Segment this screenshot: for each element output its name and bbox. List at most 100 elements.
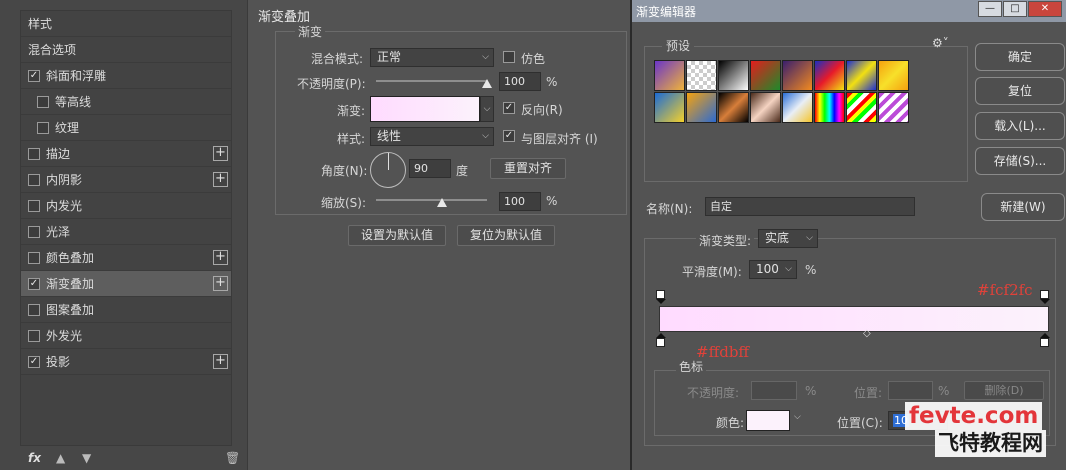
stop-position-input[interactable] (888, 381, 933, 400)
gear-icon[interactable]: ⚙˅ (932, 36, 949, 50)
style-item-checkbox[interactable] (37, 96, 49, 108)
preset-swatch[interactable] (654, 60, 685, 91)
style-item-checkbox[interactable]: ✓ (28, 70, 40, 82)
reset-button[interactable]: 复位 (975, 77, 1065, 105)
gradient-type-select[interactable]: 实底 ⌵ (758, 229, 818, 248)
add-style-icon[interactable]: + (213, 354, 228, 369)
add-style-icon[interactable]: + (213, 146, 228, 161)
style-item[interactable]: 混合选项 (21, 37, 231, 63)
styles-header[interactable]: 样式 (21, 11, 231, 37)
preset-swatch[interactable] (846, 92, 877, 123)
style-item[interactable]: 描边 + (21, 141, 231, 167)
opacity-stop-left[interactable] (656, 290, 665, 299)
load-button[interactable]: 载入(L)... (975, 112, 1065, 140)
opacity-stop-left-pointer (656, 299, 666, 304)
reset-default-button[interactable]: 复位为默认值 (457, 225, 555, 246)
opacity-input[interactable]: 100 (499, 72, 541, 91)
style-item-checkbox[interactable] (28, 226, 40, 238)
set-default-button[interactable]: 设置为默认值 (348, 225, 446, 246)
align-checkbox[interactable]: ✓ (503, 130, 515, 142)
style-item-checkbox[interactable] (28, 174, 40, 186)
gradient-preview[interactable] (370, 96, 480, 122)
delete-button[interactable]: 删除(D) (964, 381, 1044, 400)
style-item-checkbox[interactable] (28, 200, 40, 212)
style-item[interactable]: 光泽 (21, 219, 231, 245)
dialog-titlebar[interactable]: 渐变编辑器 — □ ✕ (632, 0, 1066, 22)
scale-slider-track[interactable] (376, 199, 487, 201)
scale-input[interactable]: 100 (499, 192, 541, 211)
style-item-checkbox[interactable] (37, 122, 49, 134)
color-stop-right[interactable] (1040, 338, 1049, 347)
style-item-checkbox[interactable]: ✓ (28, 278, 40, 290)
style-item-label: 混合选项 (28, 43, 77, 57)
preset-swatch[interactable] (814, 92, 845, 123)
preset-swatch[interactable] (782, 60, 813, 91)
preset-swatch[interactable] (686, 60, 717, 91)
preset-swatch[interactable] (654, 92, 685, 123)
gradient-label: 渐变: (337, 104, 366, 118)
smoothness-select[interactable]: 100 ⌵ (749, 260, 797, 279)
add-style-icon[interactable]: + (213, 250, 228, 265)
scale-slider-thumb[interactable] (437, 198, 447, 207)
opacity-slider-thumb[interactable] (482, 79, 492, 88)
preset-swatch[interactable] (846, 60, 877, 91)
preset-swatch[interactable] (814, 60, 845, 91)
style-item-checkbox[interactable] (28, 252, 40, 264)
style-item[interactable]: ✓ 渐变叠加 + (21, 271, 231, 297)
stop-opacity-input[interactable] (751, 381, 797, 400)
stop-position-unit: % (938, 384, 950, 398)
style-select[interactable]: 线性 ⌵ (370, 127, 494, 146)
preset-swatch[interactable] (750, 60, 781, 91)
move-down-icon[interactable]: ▼ (82, 451, 91, 465)
color-position-label: 位置(C): (837, 416, 883, 430)
preset-swatch[interactable] (686, 92, 717, 123)
style-item[interactable]: 等高线 (21, 89, 231, 115)
style-item[interactable]: 图案叠加 (21, 297, 231, 323)
chevron-down-icon[interactable]: ⌵ (794, 412, 801, 422)
style-item-checkbox[interactable] (28, 304, 40, 316)
midpoint-diamond-icon[interactable]: ◇ (863, 328, 871, 339)
style-item[interactable]: 外发光 (21, 323, 231, 349)
ok-button[interactable]: 确定 (975, 43, 1065, 71)
reverse-checkbox[interactable]: ✓ (503, 102, 515, 114)
add-style-icon[interactable]: + (213, 172, 228, 187)
name-input[interactable]: 自定 (705, 197, 915, 216)
style-item[interactable]: 内发光 (21, 193, 231, 219)
stop-color-swatch[interactable] (746, 410, 790, 431)
minimize-icon[interactable]: — (978, 1, 1002, 17)
style-item-label: 斜面和浮雕 (46, 69, 107, 83)
gradient-dropdown-icon[interactable]: ⌵ (480, 96, 494, 122)
trash-icon[interactable]: 🗑 (225, 451, 240, 465)
preset-swatch[interactable] (878, 92, 909, 123)
style-item[interactable]: 纹理 (21, 115, 231, 141)
style-item-checkbox[interactable] (28, 330, 40, 342)
style-item[interactable]: 内阴影 + (21, 167, 231, 193)
preset-swatch[interactable] (718, 92, 749, 123)
color-stop-left[interactable] (656, 338, 665, 347)
reset-align-button[interactable]: 重置对齐 (490, 158, 566, 179)
gradient-bar[interactable] (659, 306, 1049, 332)
save-button[interactable]: 存储(S)... (975, 147, 1065, 175)
style-item[interactable]: ✓ 斜面和浮雕 (21, 63, 231, 89)
preset-swatch[interactable] (718, 60, 749, 91)
add-style-icon[interactable]: + (213, 276, 228, 291)
opacity-slider-track[interactable] (376, 80, 487, 82)
style-item-checkbox[interactable] (28, 148, 40, 160)
preset-swatch[interactable] (782, 92, 813, 123)
close-icon[interactable]: ✕ (1028, 1, 1062, 17)
blend-mode-select[interactable]: 正常 ⌵ (370, 48, 494, 67)
preset-swatch[interactable] (750, 92, 781, 123)
style-item[interactable]: 颜色叠加 + (21, 245, 231, 271)
angle-dial[interactable] (370, 152, 406, 188)
angle-input[interactable]: 90 (409, 159, 451, 178)
dither-checkbox[interactable] (503, 51, 515, 63)
opacity-stop-right[interactable] (1040, 290, 1049, 299)
angle-label: 角度(N): (321, 164, 368, 178)
move-up-icon[interactable]: ▲ (56, 451, 65, 465)
style-item-checkbox[interactable]: ✓ (28, 356, 40, 368)
style-item[interactable]: ✓ 投影 + (21, 349, 231, 375)
preset-swatch[interactable] (878, 60, 909, 91)
fx-icon[interactable]: fx (28, 451, 41, 465)
new-button[interactable]: 新建(W) (981, 193, 1065, 221)
maximize-icon[interactable]: □ (1003, 1, 1027, 17)
